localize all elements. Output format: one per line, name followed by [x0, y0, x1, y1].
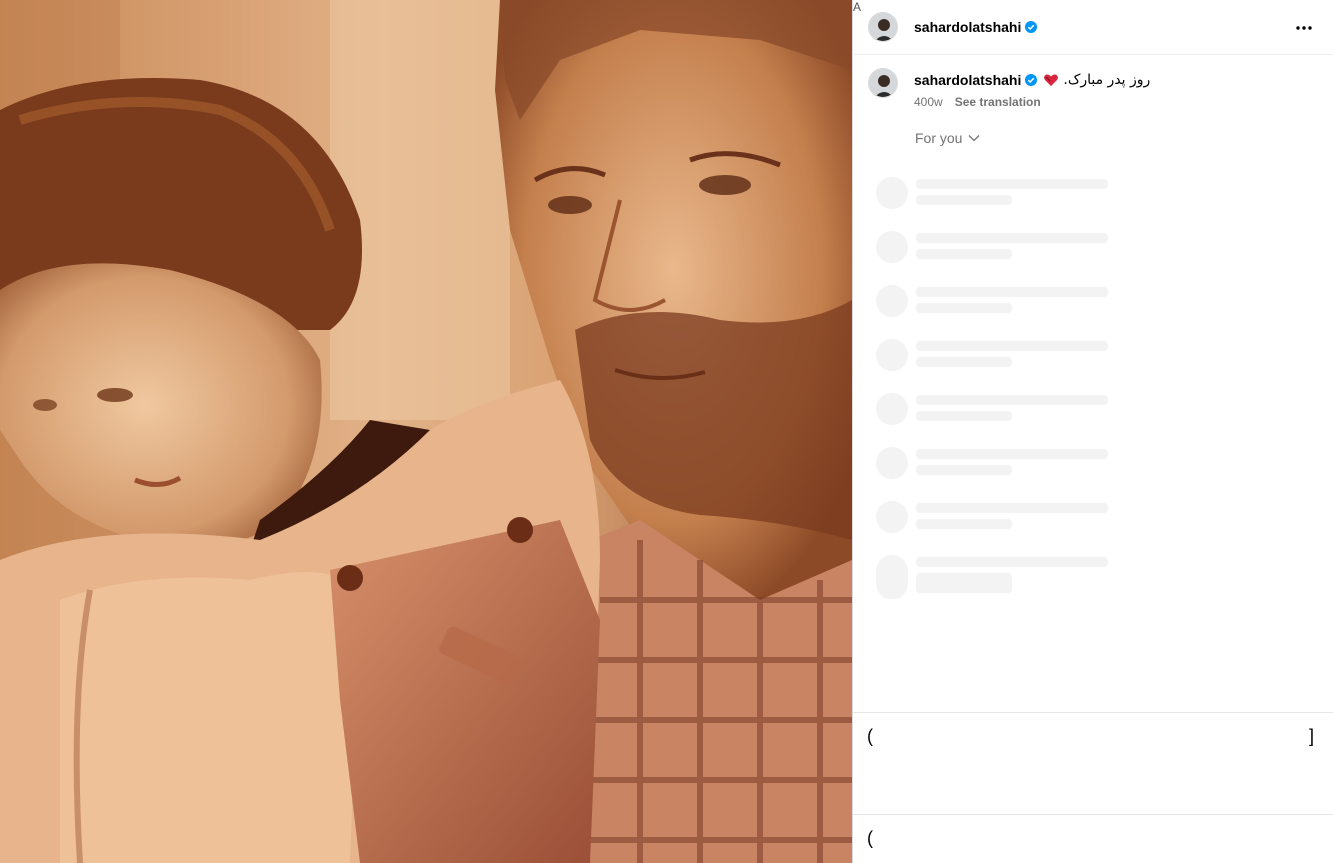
caption-text: روز پدر مبارک. — [1063, 72, 1151, 88]
caption-line: sahardolatshahi روز پدر مبارک. — [914, 71, 1150, 89]
avatar[interactable] — [868, 12, 898, 42]
post-photo[interactable] — [0, 0, 852, 863]
sepia-photo-father-child — [0, 0, 852, 863]
verified-badge-icon — [1025, 74, 1038, 86]
header-username[interactable]: sahardolatshahi — [914, 19, 1021, 35]
actions-divider — [853, 712, 1333, 713]
heart-emoji-icon — [1043, 72, 1059, 88]
comment-sort-label: For you — [915, 130, 963, 146]
see-translation-link[interactable]: See translation — [955, 95, 1041, 109]
chevron-down-icon — [969, 135, 980, 142]
bookmark-icon[interactable]: ] — [1309, 726, 1314, 747]
post-header: sahardolatshahi — [853, 0, 1333, 55]
post-caption: sahardolatshahi روز پدر مبارک. 400w See … — [868, 68, 1150, 109]
like-icon[interactable]: ( — [867, 726, 873, 747]
more-horizontal-icon — [1296, 26, 1312, 30]
emoji-icon[interactable]: ( — [867, 828, 873, 849]
post-age[interactable]: 400w — [914, 95, 943, 109]
verified-badge-icon — [1025, 21, 1038, 33]
post-dialog: sahardolatshahi sahardolatshahi روز پدر … — [0, 0, 1333, 863]
caption-meta: 400w See translation — [914, 95, 1150, 109]
comment-divider — [853, 814, 1333, 815]
caption-avatar[interactable] — [868, 68, 898, 98]
profile-photo-icon — [869, 13, 897, 41]
comment-sort-dropdown[interactable]: For you — [915, 130, 980, 146]
caption-username[interactable]: sahardolatshahi — [914, 71, 1021, 89]
post-side-panel: sahardolatshahi sahardolatshahi روز پدر … — [852, 0, 1333, 863]
more-options-button[interactable] — [1293, 17, 1315, 39]
caption-body: sahardolatshahi روز پدر مبارک. 400w See … — [914, 71, 1150, 109]
profile-photo-icon — [869, 69, 897, 97]
